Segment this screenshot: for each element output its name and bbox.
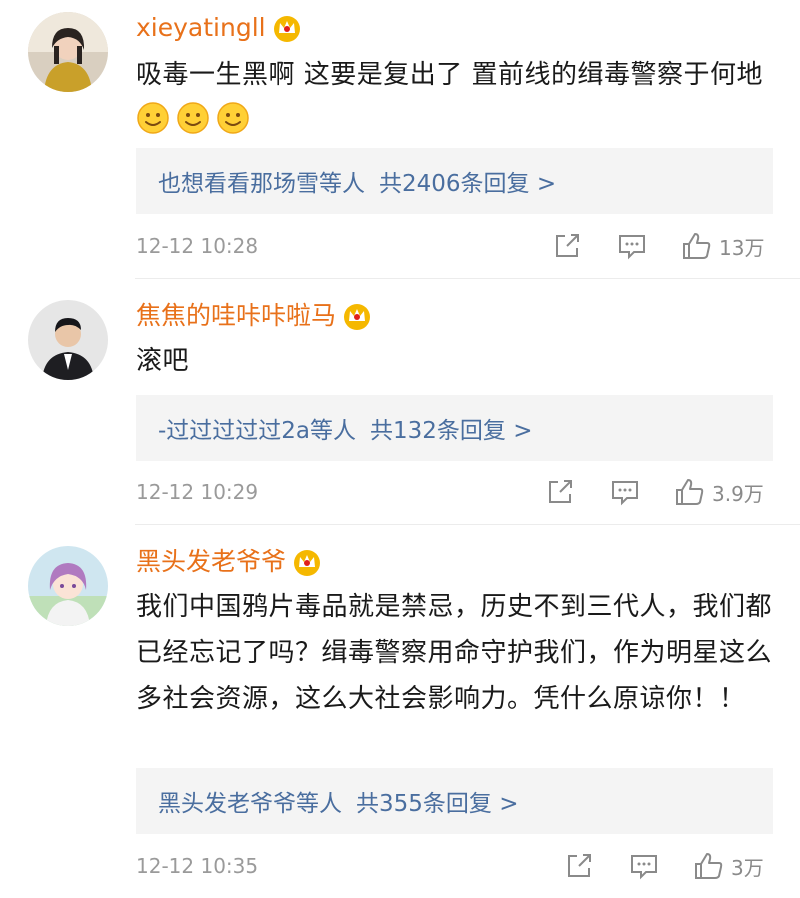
comment-body: 滚吧 <box>136 346 190 376</box>
like-button[interactable]: 3.9万 <box>674 476 764 508</box>
divider <box>135 278 800 279</box>
crown-badge-icon <box>272 13 302 43</box>
username-text[interactable]: 焦焦的哇咔咔啦马 <box>136 298 336 334</box>
avatar-icon <box>28 546 108 626</box>
username[interactable]: 焦焦的哇咔咔啦马 <box>136 298 372 334</box>
smile-emoji-icon <box>216 101 250 135</box>
like-button[interactable]: 13万 <box>681 230 764 262</box>
comment-meta: 12-12 10:28 13万 <box>136 228 770 264</box>
share-icon <box>549 480 572 503</box>
reply-summary[interactable]: 也想看看那场雪等人 共2406条回复 > <box>136 148 773 214</box>
reply-count-link[interactable]: 共355条回复 > <box>356 784 518 818</box>
avatar-icon <box>28 300 108 380</box>
comment-button[interactable] <box>610 476 640 508</box>
thumbs-up-icon <box>676 479 704 505</box>
crown-badge-icon <box>342 301 372 331</box>
share-icon <box>556 234 579 257</box>
reply-count-link[interactable]: 共132条回复 > <box>370 411 532 445</box>
like-count: 3.9万 <box>712 481 764 506</box>
comment-icon <box>619 235 645 260</box>
comment-button[interactable] <box>629 850 659 882</box>
share-icon <box>568 854 591 877</box>
reply-names[interactable]: 也想看看那场雪等人 <box>158 164 365 198</box>
thumbs-up-icon <box>683 233 711 259</box>
comment-icon <box>612 481 638 506</box>
username-text[interactable]: xieyatingll <box>136 10 266 46</box>
comment-text: 滚吧 <box>136 338 776 384</box>
comment-body: 我们中国鸦片毒品就是禁忌，历史不到三代人，我们都已经忘记了吗？缉毒警察用命守护我… <box>136 592 773 714</box>
like-button[interactable]: 3万 <box>693 850 764 882</box>
comment-text: 吸毒一生黑啊 这要是复出了 置前线的缉毒警察于何地 <box>136 52 776 144</box>
share-button[interactable] <box>546 476 574 508</box>
share-button[interactable] <box>553 230 581 262</box>
share-button[interactable] <box>565 850 593 882</box>
crown-badge-icon <box>292 547 322 577</box>
reply-names[interactable]: -过过过过过2a等人 <box>158 411 356 445</box>
avatar[interactable] <box>28 12 108 92</box>
smile-emoji-icon <box>176 101 210 135</box>
reply-summary[interactable]: -过过过过过2a等人 共132条回复 > <box>136 395 773 461</box>
timestamp: 12-12 10:29 <box>136 480 259 504</box>
reply-count-link[interactable]: 共2406条回复 > <box>379 164 556 198</box>
comment-body: 吸毒一生黑啊 这要是复出了 置前线的缉毒警察于何地 <box>136 60 764 90</box>
avatar[interactable] <box>28 546 108 626</box>
username[interactable]: 黑头发老爷爷 <box>136 544 322 580</box>
timestamp: 12-12 10:35 <box>136 854 259 878</box>
thumbs-up-icon <box>695 853 723 879</box>
comment-meta: 12-12 10:35 3万 <box>136 848 770 884</box>
reply-names[interactable]: 黑头发老爷爷等人 <box>158 784 342 818</box>
divider <box>135 524 800 525</box>
reply-summary[interactable]: 黑头发老爷爷等人 共355条回复 > <box>136 768 773 834</box>
username-text[interactable]: 黑头发老爷爷 <box>136 544 286 580</box>
comment-icon <box>631 855 657 880</box>
comment-button[interactable] <box>617 230 647 262</box>
like-count: 13万 <box>719 235 765 260</box>
timestamp: 12-12 10:28 <box>136 234 259 258</box>
avatar[interactable] <box>28 300 108 380</box>
like-count: 3万 <box>731 855 764 880</box>
smile-emoji-icon <box>136 101 170 135</box>
username[interactable]: xieyatingll <box>136 10 302 46</box>
avatar-icon <box>28 12 108 92</box>
comment-text: 我们中国鸦片毒品就是禁忌，历史不到三代人，我们都已经忘记了吗？缉毒警察用命守护我… <box>136 584 776 722</box>
comment-meta: 12-12 10:29 3.9万 <box>136 474 770 510</box>
